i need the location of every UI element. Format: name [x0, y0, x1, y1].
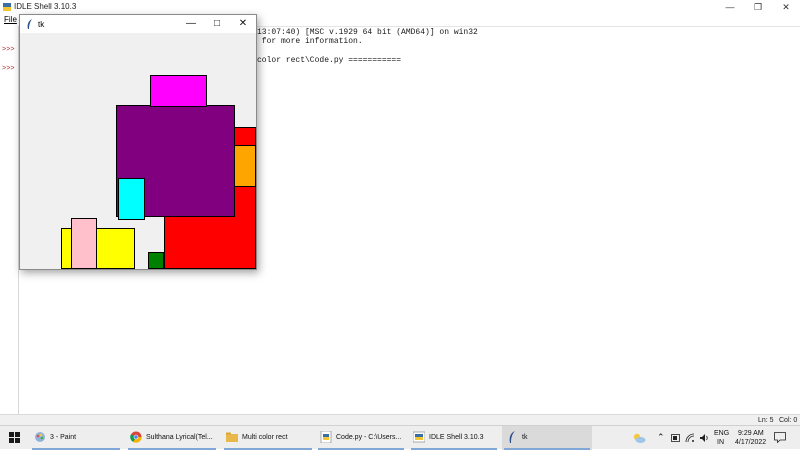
- language-indicator[interactable]: ENG: [714, 430, 729, 437]
- status-col: Col: 0: [779, 417, 798, 424]
- network-icon[interactable]: [685, 433, 695, 443]
- volume-icon[interactable]: [699, 433, 709, 443]
- paint-icon: [35, 432, 45, 442]
- taskbar-item-idle-shell[interactable]: IDLE Shell 3.10.3: [409, 426, 499, 450]
- magenta-rectangle: [150, 75, 207, 107]
- status-line: Ln: 5: [758, 417, 774, 424]
- clock-time[interactable]: 9:29 AM: [738, 430, 764, 437]
- tk-window-title: tk: [38, 20, 45, 29]
- taskbar-item-code-py[interactable]: Code.py - C:\Users...: [316, 426, 406, 450]
- minimize-button[interactable]: —: [716, 0, 744, 14]
- windows-logo-icon: [9, 432, 20, 443]
- folder-icon: [226, 432, 238, 442]
- tk-maximize-button[interactable]: □: [204, 15, 230, 33]
- taskbar-label: IDLE Shell 3.10.3: [429, 434, 484, 441]
- taskbar-label: 3 - Paint: [50, 434, 77, 441]
- shell-output-line: for more information.: [257, 37, 363, 46]
- taskbar-item-folder[interactable]: Multi color rect: [222, 426, 314, 450]
- taskbar-item-tk[interactable]: tk: [502, 426, 592, 450]
- start-button[interactable]: [0, 426, 26, 450]
- tk-feather-icon: [509, 431, 515, 443]
- taskbar-label: Sulthana Lyrical(Tel...: [146, 434, 213, 441]
- shell-output-line: color rect\Code.py ===========: [257, 56, 402, 65]
- weather-icon[interactable]: [632, 432, 646, 444]
- shell-prompt: >>>: [2, 65, 15, 73]
- tk-titlebar[interactable]: tk — □ ✕: [20, 15, 256, 33]
- idle-titlebar: IDLE Shell 3.10.3 — ❐ ✕: [0, 0, 800, 14]
- windows-taskbar: 3 - Paint Sulthana Lyrical(Tel... Multi …: [0, 425, 800, 450]
- python-file-icon: [320, 431, 332, 443]
- chevron-up-icon[interactable]: ⌃: [657, 432, 665, 443]
- idle-statusbar: Ln: 5 Col: 0: [0, 414, 800, 425]
- taskbar-label: tk: [522, 434, 528, 441]
- idle-icon: [413, 431, 425, 443]
- orange-rectangle: [234, 145, 256, 187]
- taskbar-label: Multi color rect: [242, 434, 288, 441]
- taskbar-item-chrome[interactable]: Sulthana Lyrical(Tel...: [126, 426, 218, 450]
- taskbar-item-paint[interactable]: 3 - Paint: [30, 426, 122, 450]
- tk-canvas[interactable]: [20, 33, 256, 269]
- tk-minimize-button[interactable]: —: [178, 15, 204, 33]
- tk-window: tk — □ ✕: [19, 14, 257, 270]
- taskbar-label: Code.py - C:\Users...: [336, 434, 402, 441]
- idle-app-icon: [3, 3, 11, 11]
- close-button[interactable]: ✕: [772, 0, 800, 14]
- green-rectangle: [148, 252, 164, 269]
- menu-file[interactable]: File: [4, 15, 17, 24]
- shell-prompt: >>>: [2, 46, 15, 54]
- shell-output-line: 13:07:40) [MSC v.1929 64 bit (AMD64)] on…: [257, 28, 478, 37]
- notification-icon[interactable]: [774, 432, 786, 443]
- maximize-button[interactable]: ❐: [744, 0, 772, 14]
- tk-close-button[interactable]: ✕: [230, 15, 256, 33]
- chrome-icon: [130, 431, 142, 443]
- idle-window-title: IDLE Shell 3.10.3: [14, 2, 77, 11]
- pink-rectangle: [71, 218, 97, 269]
- cyan-rectangle: [118, 178, 145, 220]
- tk-feather-icon: [27, 19, 32, 29]
- prompt-gutter: >>> >>>: [0, 26, 19, 414]
- battery-icon[interactable]: [671, 434, 681, 442]
- clock-date[interactable]: 4/17/2022: [735, 439, 766, 446]
- region-indicator[interactable]: IN: [717, 439, 724, 446]
